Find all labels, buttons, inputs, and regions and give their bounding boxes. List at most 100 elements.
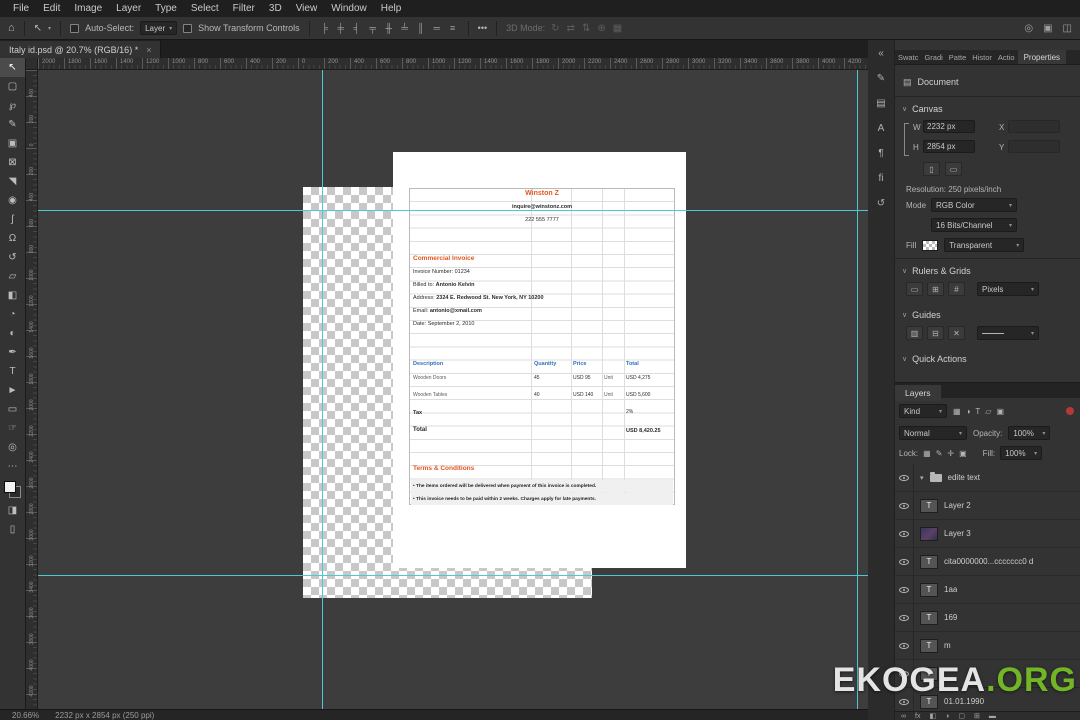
- layer-visibility-toggle[interactable]: [895, 576, 914, 603]
- lock-all-icon[interactable]: ▣: [959, 449, 967, 458]
- auto-select-checkbox[interactable]: [70, 23, 80, 33]
- panel-tab-history[interactable]: Histor: [969, 50, 995, 64]
- opacity-dropdown[interactable]: 100% ▾: [1008, 426, 1051, 440]
- filter-adjustment-icon[interactable]: ◑: [966, 407, 971, 416]
- layer-visibility-toggle[interactable]: [895, 548, 914, 575]
- align-bottom-icon[interactable]: ╧: [399, 23, 411, 33]
- layer-fill-dropdown[interactable]: 100% ▾: [1000, 446, 1043, 460]
- blur-tool[interactable]: ◔: [0, 305, 25, 324]
- menu-help[interactable]: Help: [374, 3, 409, 14]
- snap-icon[interactable]: #: [948, 282, 965, 296]
- group-chevron-icon[interactable]: ▾: [920, 474, 924, 482]
- layer-visibility-toggle[interactable]: [895, 520, 914, 547]
- workspace-switcher-icon[interactable]: ◫: [1063, 23, 1072, 34]
- layer-visibility-toggle[interactable]: [895, 492, 914, 519]
- distribute-h-icon[interactable]: ║: [415, 23, 427, 33]
- move-tool[interactable]: ↖: [0, 58, 25, 77]
- h-ruler[interactable]: 2000 1800 1600 1400 1200 1000 800 600 400 200 0 200…: [38, 58, 868, 70]
- gradient-tool[interactable]: ◧: [0, 286, 25, 305]
- layers-tab[interactable]: Layers: [895, 385, 941, 401]
- eyedropper-tool[interactable]: ◥: [0, 172, 25, 191]
- filter-smart-icon[interactable]: ▣: [996, 407, 1004, 416]
- paragraph-panel-icon[interactable]: ¶: [878, 148, 883, 159]
- guide-style-dropdown[interactable]: ▾: [977, 326, 1039, 340]
- toggle-rulers-icon[interactable]: ▭: [906, 282, 923, 296]
- layer-group-icon[interactable]: ▢: [958, 713, 965, 720]
- panel-tab-properties[interactable]: Properties: [1017, 50, 1067, 64]
- clone-stamp-tool[interactable]: Ω: [0, 229, 25, 248]
- delete-layer-icon[interactable]: ▬: [989, 713, 996, 720]
- screen-mode-icon[interactable]: ▯: [0, 520, 25, 539]
- brush-settings-icon[interactable]: ✎: [877, 73, 885, 84]
- layer-row[interactable]: T m: [895, 632, 1080, 660]
- quick-actions-header[interactable]: ∨ Quick Actions: [895, 352, 1080, 366]
- toggle-grid-icon[interactable]: ⊞: [927, 282, 944, 296]
- filter-shape-icon[interactable]: ▱: [985, 407, 991, 416]
- crop-tool[interactable]: ▣: [0, 134, 25, 153]
- new-layer-icon[interactable]: ⊞: [974, 713, 980, 720]
- distribute-v-icon[interactable]: ═: [431, 23, 443, 33]
- menu-file[interactable]: File: [6, 3, 36, 14]
- layer-visibility-toggle[interactable]: [895, 604, 914, 631]
- filter-type-icon[interactable]: T: [975, 407, 980, 416]
- path-selection-tool[interactable]: ►: [0, 381, 25, 400]
- v-ruler[interactable]: 400 200 0 200 400 600 800 1000 1200 1400 1600 1800 2…: [26, 70, 38, 709]
- panel-tab-actions[interactable]: Actio: [995, 50, 1018, 64]
- menu-image[interactable]: Image: [67, 3, 109, 14]
- zoom-tool[interactable]: ◎: [0, 438, 25, 457]
- history-panel-icon[interactable]: ↺: [877, 198, 885, 209]
- lasso-tool[interactable]: ℘: [0, 96, 25, 115]
- layer-mask-icon[interactable]: ◧: [929, 713, 936, 720]
- menu-type[interactable]: Type: [148, 3, 184, 14]
- tool-preset-caret-icon[interactable]: ▾: [48, 25, 51, 32]
- zoom-level[interactable]: 20.66%: [12, 711, 39, 720]
- adjustment-layer-icon[interactable]: ◑: [945, 713, 949, 720]
- bit-depth-dropdown[interactable]: 16 Bits/Channel ▾: [931, 218, 1017, 232]
- layer-row[interactable]: ▾ edite text: [895, 464, 1080, 492]
- canvas-area[interactable]: Winston Z inquire@winstonz.com 222 555 7…: [38, 70, 868, 709]
- brush-tool[interactable]: ʃ: [0, 210, 25, 229]
- history-brush-tool[interactable]: ↺: [0, 248, 25, 267]
- menu-window[interactable]: Window: [324, 3, 374, 14]
- frame-tool[interactable]: ⊠: [0, 153, 25, 172]
- quick-mask-icon[interactable]: ◨: [0, 501, 25, 520]
- kind-filter-dropdown[interactable]: Kind ▾: [899, 404, 947, 418]
- layer-row[interactable]: T Layer 2: [895, 492, 1080, 520]
- close-icon[interactable]: ×: [146, 45, 151, 55]
- layer-effects-icon[interactable]: fx: [915, 713, 920, 720]
- menu-layer[interactable]: Layer: [109, 3, 148, 14]
- home-icon[interactable]: ⌂: [8, 22, 15, 34]
- lock-pixels-icon[interactable]: ✎: [936, 449, 943, 458]
- expand-panels-icon[interactable]: «: [878, 48, 884, 59]
- auto-select-dropdown[interactable]: Layer ▾: [140, 21, 178, 35]
- link-layers-icon[interactable]: ∞: [901, 713, 906, 720]
- layer-visibility-toggle[interactable]: [895, 464, 914, 491]
- document-tab[interactable]: Italy id.psd @ 20.7% (RGB/16) * ×: [0, 41, 162, 58]
- glyphs-panel-icon[interactable]: ﬁ: [879, 173, 884, 184]
- layer-row[interactable]: Layer 3: [895, 520, 1080, 548]
- search-icon[interactable]: ◎: [1024, 23, 1033, 34]
- portrait-orientation-button[interactable]: ▯: [923, 162, 940, 176]
- align-center-h-icon[interactable]: ╪: [335, 23, 347, 33]
- layer-row[interactable]: T 169: [895, 604, 1080, 632]
- canvas-section-header[interactable]: ∨ Canvas: [895, 102, 1080, 116]
- arrange-documents-icon[interactable]: ▣: [1043, 23, 1052, 34]
- menu-3d[interactable]: 3D: [262, 3, 289, 14]
- quick-selection-tool[interactable]: ✎: [0, 115, 25, 134]
- document-page[interactable]: Winston Z inquire@winstonz.com 222 555 7…: [393, 152, 686, 568]
- guides-header[interactable]: ∨ Guides: [895, 308, 1080, 322]
- rulers-grids-header[interactable]: ∨ Rulers & Grids: [895, 264, 1080, 278]
- panel-tab-gradients[interactable]: Gradi: [921, 50, 945, 64]
- align-center-v-icon[interactable]: ╫: [383, 23, 395, 33]
- lock-transparency-icon[interactable]: ▦: [923, 449, 931, 458]
- canvas-height-input[interactable]: [923, 140, 975, 153]
- menu-filter[interactable]: Filter: [226, 3, 262, 14]
- new-guide-icon[interactable]: ▥: [906, 326, 923, 340]
- panel-tab-swatches[interactable]: Swatc: [895, 50, 921, 64]
- filter-pixel-icon[interactable]: ▦: [953, 407, 961, 416]
- align-left-icon[interactable]: ╞: [319, 23, 331, 33]
- hand-tool[interactable]: ☞: [0, 419, 25, 438]
- color-swatches[interactable]: [4, 481, 21, 498]
- menu-edit[interactable]: Edit: [36, 3, 67, 14]
- distribute-spacing-icon[interactable]: ≡: [447, 23, 459, 33]
